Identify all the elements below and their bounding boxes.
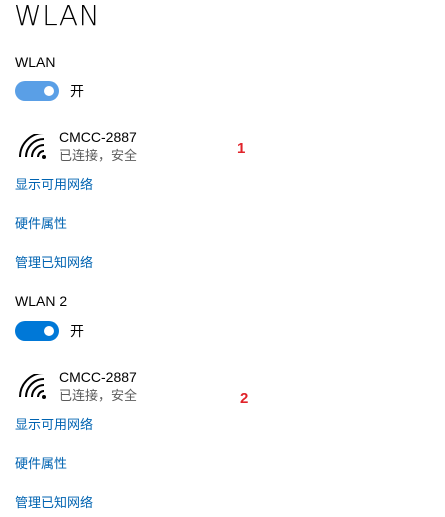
annotation-marker: 2 [240, 390, 249, 407]
connected-network[interactable]: CMCC-2887 已连接，安全 [15, 128, 215, 168]
wifi-signal-icon [19, 374, 46, 399]
connected-network[interactable]: CMCC-2887 已连接，安全 [15, 368, 215, 408]
adapter-label: WLAN 2 [15, 293, 68, 309]
toggle-state-label: 开 [70, 323, 84, 339]
wifi-signal-icon [19, 134, 46, 159]
hardware-properties-link[interactable]: 硬件属性 [15, 215, 67, 233]
toggle-state-label: 开 [70, 83, 84, 99]
manage-known-networks-link[interactable]: 管理已知网络 [15, 254, 93, 272]
wlan-toggle[interactable] [15, 321, 59, 341]
network-status: 已连接，安全 [59, 388, 138, 403]
wlan-toggle[interactable] [15, 81, 59, 101]
show-available-networks-link[interactable]: 显示可用网络 [15, 176, 93, 194]
adapter-label: WLAN [15, 54, 56, 70]
toggle-knob [44, 326, 54, 336]
network-status: 已连接，安全 [59, 148, 138, 163]
page-title: WLAN [14, 0, 101, 32]
network-name: CMCC-2887 [59, 369, 137, 385]
hardware-properties-link[interactable]: 硬件属性 [15, 455, 67, 473]
toggle-knob [44, 86, 54, 96]
network-name: CMCC-2887 [59, 129, 137, 145]
manage-known-networks-link[interactable]: 管理已知网络 [15, 494, 93, 512]
show-available-networks-link[interactable]: 显示可用网络 [15, 416, 93, 434]
annotation-marker: 1 [237, 140, 246, 157]
